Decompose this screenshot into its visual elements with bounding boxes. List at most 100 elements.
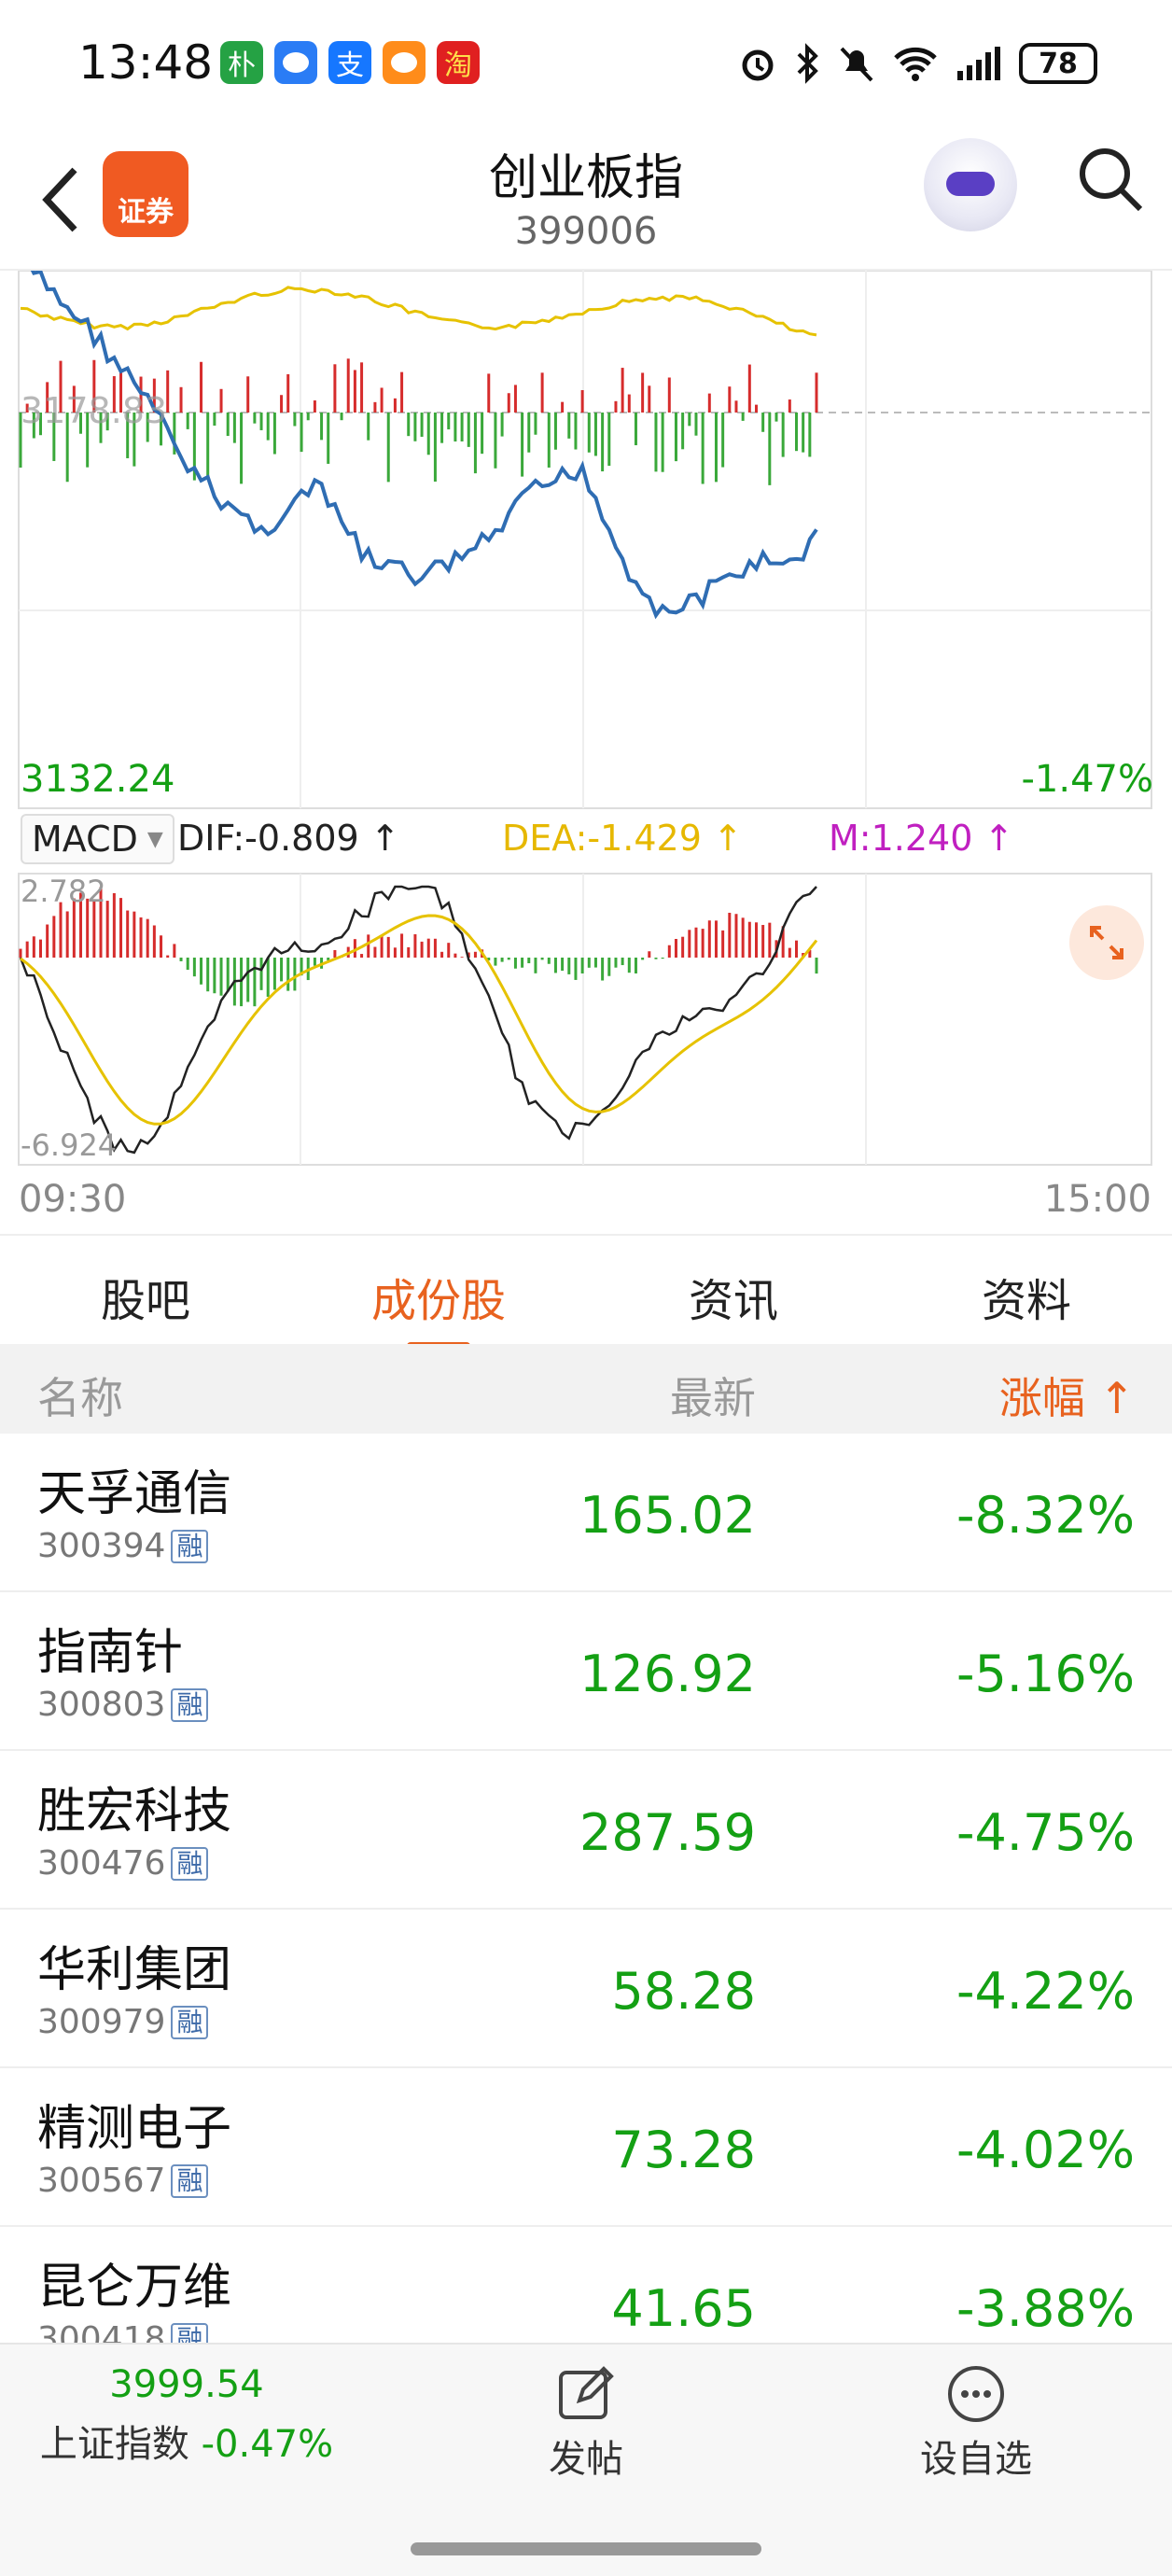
battery-level: 78 <box>1039 47 1078 80</box>
assistant-avatar[interactable] <box>924 138 1017 231</box>
sort-arrow-up-icon: ↑ <box>1084 1373 1135 1423</box>
macd-panel-frame <box>18 873 1152 1166</box>
stock-change: -4.02% <box>956 2121 1135 2179</box>
stock-name: 精测电子 <box>37 2101 232 2157</box>
stock-code-text: 300567 <box>37 2162 166 2200</box>
tab-news[interactable]: 资讯 <box>640 1264 827 1329</box>
stock-code-text: 300418 <box>37 2320 166 2343</box>
price-panel-frame <box>18 271 1152 809</box>
alarm-icon <box>742 49 774 81</box>
macd-histogram <box>19 887 818 1007</box>
status-time: 13:48 <box>78 35 214 90</box>
chat-app-icon <box>383 41 426 84</box>
stock-name: 华利集团 <box>37 1942 232 1998</box>
indicator-select-value: MACD <box>32 819 138 860</box>
app-logo[interactable]: 证券 <box>103 151 188 237</box>
margin-tag: 融 <box>171 2163 209 2198</box>
title-block: 创业板指 399006 <box>399 138 773 253</box>
stock-price: 58.28 <box>611 1962 756 2021</box>
back-icon[interactable] <box>37 162 84 237</box>
stock-change: -8.32% <box>956 1486 1135 1545</box>
watchlist-label: 设自选 <box>920 2438 1032 2481</box>
stock-price: 73.28 <box>611 2121 756 2179</box>
list-item[interactable]: 天孚通信 300394 融 165.02 -8.32% <box>0 1434 1172 1592</box>
time-start-label: 09:30 <box>19 1178 127 1221</box>
wifi-icon <box>894 47 937 81</box>
system-icons: 78 <box>737 43 1097 84</box>
status-bar: 13:48 朴 支 淘 78 <box>0 0 1172 131</box>
alipay-icon: 支 <box>328 41 371 84</box>
app-logo-label: 证券 <box>118 196 174 229</box>
list-item[interactable]: 指南针 300803 融 126.92 -5.16% <box>0 1592 1172 1751</box>
stock-code-text: 300476 <box>37 1844 166 1883</box>
tab-constituents[interactable]: 成份股 <box>345 1264 532 1350</box>
indicator-select[interactable]: MACD ▼ <box>21 814 174 864</box>
macd-max-label: 2.782 <box>21 874 106 909</box>
macd-min-label: -6.924 <box>21 1127 118 1163</box>
stock-price: 287.59 <box>579 1803 756 1862</box>
change-pct-label: -1.47% <box>1021 758 1153 801</box>
post-label: 发帖 <box>549 2438 623 2481</box>
stock-code-text: 300803 <box>37 1686 166 1724</box>
prev-close-label: 3178.83 <box>21 390 168 431</box>
chart-svg <box>18 271 1152 1166</box>
m-value: M:1.240 ↑ <box>829 818 1013 859</box>
index-change: -0.47% <box>201 2423 334 2466</box>
add-watchlist-button[interactable]: 设自选 <box>911 2363 1041 2483</box>
nav-bar: 证券 创业板指 399006 <box>0 131 1172 271</box>
list-item[interactable]: 华利集团 300979 融 58.28 -4.22% <box>0 1910 1172 2068</box>
stock-price: 165.02 <box>579 1486 756 1545</box>
low-price-label: 3132.24 <box>21 758 175 801</box>
taobao-icon: 淘 <box>437 41 480 84</box>
stock-price: 41.65 <box>611 2279 756 2338</box>
market-index-ticker[interactable]: 3999.54 上证指数 -0.47% <box>28 2363 345 2468</box>
notification-icons: 朴 支 淘 <box>220 41 480 84</box>
margin-tag: 融 <box>171 2005 209 2039</box>
search-icon[interactable] <box>1073 142 1148 217</box>
tab-guba[interactable]: 股吧 <box>52 1264 239 1329</box>
header-name: 名称 <box>37 1373 123 1423</box>
margin-tag: 融 <box>171 2322 209 2343</box>
stock-name: 指南针 <box>37 1625 184 1681</box>
app-icon-pu: 朴 <box>220 41 263 84</box>
dea-text: DEA:-1.429 <box>502 818 702 859</box>
stock-change: -5.16% <box>956 1645 1135 1703</box>
tab-label: 股吧 <box>100 1275 190 1327</box>
stock-code: 300803 融 <box>37 1686 209 1724</box>
stock-code: 300567 融 <box>37 2162 209 2200</box>
tab-profile[interactable]: 资料 <box>933 1264 1120 1329</box>
tab-label: 成份股 <box>370 1275 506 1327</box>
stock-code: 300476 融 <box>37 1844 209 1883</box>
arrow-up-icon: ↑ <box>358 818 400 859</box>
header-change-label: 涨幅 <box>998 1373 1085 1423</box>
dif-text: DIF:-0.809 <box>177 818 359 859</box>
page-title: 创业板指 <box>488 150 683 206</box>
bluetooth-icon <box>797 43 818 84</box>
dif-value: DIF:-0.809 ↑ <box>177 818 400 859</box>
index-value: 3999.54 <box>109 2363 264 2406</box>
expand-chart-button[interactable] <box>1069 905 1144 980</box>
header-latest[interactable]: 最新 <box>670 1365 756 1426</box>
stock-change: -4.22% <box>956 1962 1135 2021</box>
stock-code: 300394 融 <box>37 1527 209 1565</box>
expand-icon <box>1090 926 1123 959</box>
stock-change: -4.75% <box>956 1803 1135 1862</box>
margin-tag: 融 <box>171 1687 209 1722</box>
mute-icon <box>840 47 873 82</box>
signal-icon <box>957 47 1000 80</box>
list-item[interactable]: 胜宏科技 300476 融 287.59 -4.75% <box>0 1751 1172 1910</box>
home-indicator <box>411 2542 761 2555</box>
stock-name: 昆仑万维 <box>37 2260 232 2316</box>
stock-code: 300418 融 <box>37 2320 209 2343</box>
average-price-line <box>20 286 817 337</box>
header-change-sort[interactable]: 涨幅 ↑ <box>999 1365 1135 1426</box>
post-button[interactable]: 发帖 <box>521 2363 651 2483</box>
intraday-chart[interactable]: 3178.83 3132.24 -1.47% MACD ▼ DIF:-0.809… <box>0 271 1172 1232</box>
list-item[interactable]: 精测电子 300567 融 73.28 -4.02% <box>0 2068 1172 2227</box>
stock-price: 126.92 <box>579 1645 756 1703</box>
more-dots-icon <box>948 2366 1004 2422</box>
tab-label: 资讯 <box>688 1275 778 1327</box>
list-item[interactable]: 昆仑万维 300418 融 41.65 -3.88% <box>0 2227 1172 2343</box>
constituent-list: 天孚通信 300394 融 165.02 -8.32% 指南针 300803 融 1… <box>0 1434 1172 2343</box>
message-app-icon <box>274 41 317 84</box>
